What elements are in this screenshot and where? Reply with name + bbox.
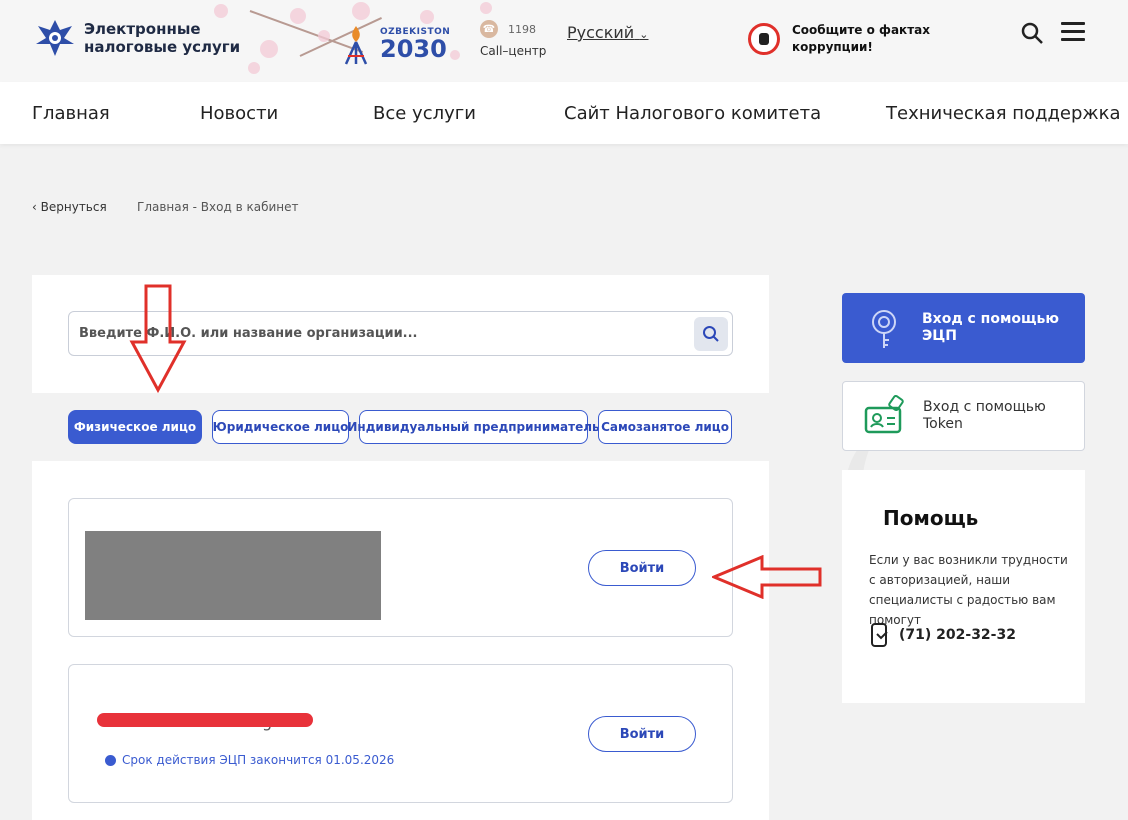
redacted-account-info bbox=[85, 531, 381, 620]
logo-title: Электронные налоговые услуги bbox=[84, 20, 241, 56]
entity-type-tabs: Физическое лицо Юридическое лицо Индивид… bbox=[32, 393, 769, 461]
validity-text: Срок действия ЭЦП закончится 01.05.2026 bbox=[122, 753, 395, 767]
chevron-left-icon: ‹ bbox=[32, 200, 37, 214]
key-icon bbox=[872, 310, 896, 348]
site-header: Электронные налоговые услуги OZBEKISTON … bbox=[0, 0, 1128, 82]
token-login-button[interactable]: Вход с помощью Token bbox=[842, 381, 1085, 451]
id-card-usb-icon bbox=[864, 395, 904, 434]
blossom bbox=[352, 2, 370, 20]
help-phone-number: (71) 202-32-32 bbox=[899, 627, 1016, 643]
redaction-scribble bbox=[97, 713, 313, 727]
login-button[interactable]: Войти bbox=[588, 716, 696, 752]
search-icon[interactable] bbox=[1020, 21, 1044, 45]
back-label: Вернуться bbox=[40, 200, 107, 214]
red-arrow-left-icon bbox=[712, 555, 822, 599]
status-dot-icon bbox=[105, 754, 116, 766]
help-title: Помощь bbox=[883, 506, 979, 530]
uz-big-text: 2030 bbox=[380, 35, 447, 63]
torch-icon bbox=[344, 26, 368, 65]
tab-entrepreneur[interactable]: Индивидуальный предприниматель bbox=[347, 410, 600, 444]
uzbekistan-2030-logo: OZBEKISTON 2030 bbox=[336, 22, 450, 66]
eds-login-button[interactable]: Вход с помощью ЭЦП bbox=[842, 293, 1085, 363]
red-arrow-down-icon bbox=[129, 284, 187, 394]
account-card: Tokirov Anvarbek Ogli Срок действия ЭЦП … bbox=[68, 664, 733, 803]
tab-individual[interactable]: Физическое лицо bbox=[68, 410, 202, 444]
call-number: 1198 bbox=[508, 22, 536, 36]
help-phone[interactable]: (71) 202-32-32 bbox=[869, 622, 1016, 648]
phone-icon bbox=[871, 623, 888, 647]
language-selector[interactable]: Русский ⌄ bbox=[567, 23, 648, 42]
stop-hand-icon bbox=[748, 23, 780, 55]
chevron-down-icon: ⌄ bbox=[639, 28, 649, 41]
hamburger-menu-icon[interactable] bbox=[1061, 22, 1085, 42]
report-corruption-link[interactable]: Сообщите о фактах коррупции! bbox=[748, 22, 932, 56]
nav-item-support[interactable]: Техническая поддержка bbox=[886, 103, 1121, 124]
help-text: Если у вас возникли трудности с авториза… bbox=[869, 553, 1068, 627]
tab-self-employed[interactable]: Самозанятое лицо bbox=[598, 410, 732, 444]
search-button[interactable] bbox=[694, 317, 728, 351]
language-label: Русский bbox=[567, 23, 635, 42]
eds-validity: Срок действия ЭЦП закончится 01.05.2026 bbox=[105, 753, 394, 767]
blossom bbox=[450, 50, 460, 60]
eagle-logo-icon bbox=[36, 20, 74, 56]
token-login-label: Вход с помощью Token bbox=[923, 399, 1046, 432]
search-icon bbox=[703, 326, 719, 342]
call-center[interactable]: ☎ 1198 Call–центр bbox=[480, 20, 546, 58]
blossom bbox=[290, 8, 306, 24]
help-card: Помощь Если у вас возникли трудности с а… bbox=[842, 470, 1085, 703]
corruption-text: Сообщите о фактах коррупции! bbox=[792, 23, 930, 54]
blossom bbox=[480, 2, 492, 14]
nav-item-home[interactable]: Главная bbox=[32, 103, 110, 124]
nav-item-tax-committee[interactable]: Сайт Налогового комитета bbox=[564, 103, 821, 124]
login-button[interactable]: Войти bbox=[588, 550, 696, 586]
main-nav: Главная Новости Все услуги Сайт Налогово… bbox=[0, 82, 1128, 144]
tab-legal-entity[interactable]: Юридическое лицо bbox=[212, 410, 349, 444]
eds-login-label: Вход с помощью ЭЦП bbox=[922, 311, 1059, 344]
nav-item-services[interactable]: Все услуги bbox=[373, 103, 476, 124]
blossom bbox=[248, 62, 260, 74]
breadcrumb: Главная - Вход в кабинет bbox=[137, 200, 299, 214]
site-logo[interactable]: Электронные налоговые услуги bbox=[32, 16, 284, 60]
back-link[interactable]: ‹ Вернуться bbox=[32, 200, 107, 214]
phone-icon: ☎ bbox=[480, 20, 498, 38]
call-label: Call–центр bbox=[480, 44, 547, 58]
nav-item-news[interactable]: Новости bbox=[200, 103, 278, 124]
account-card: Войти bbox=[68, 498, 733, 637]
blossom bbox=[318, 30, 330, 42]
